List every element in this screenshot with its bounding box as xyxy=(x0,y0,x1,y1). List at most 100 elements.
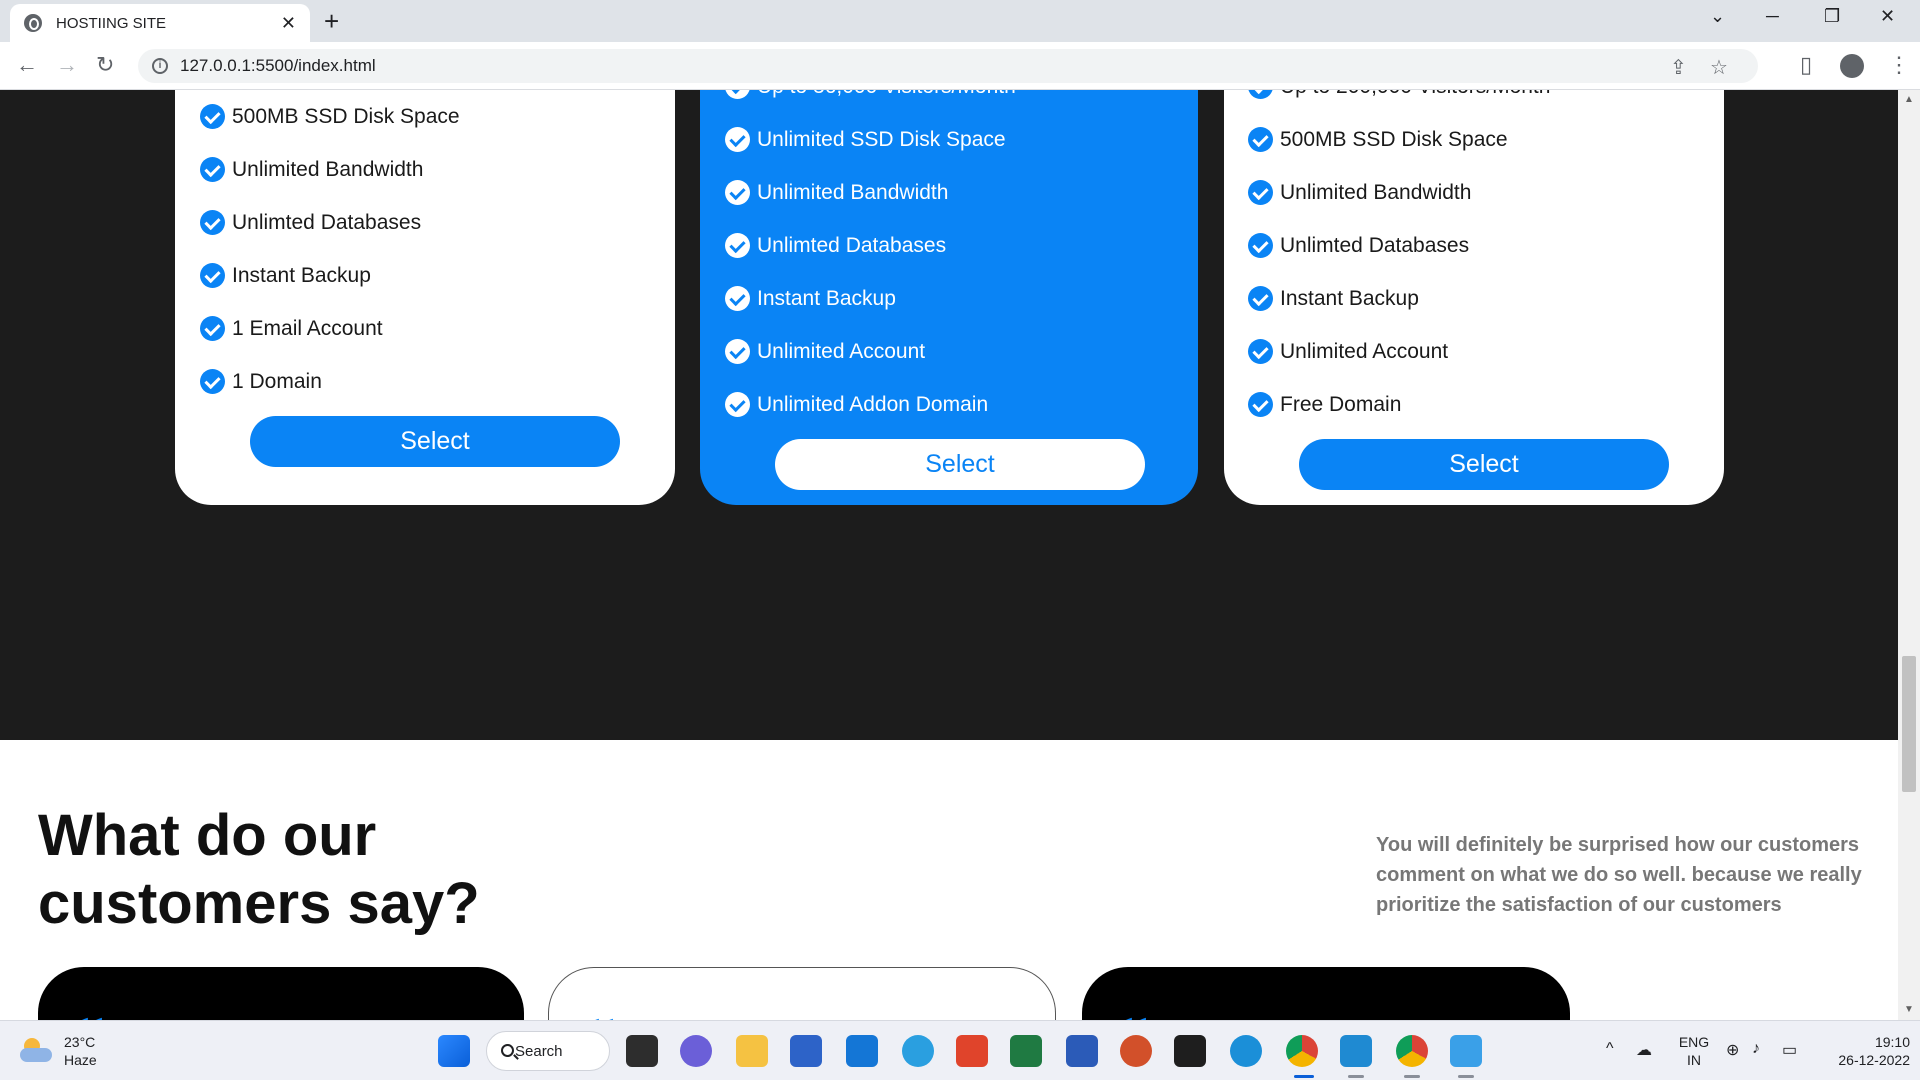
quote-icon: “ xyxy=(583,1008,615,1021)
cloud-sync-icon[interactable]: ☁ xyxy=(1636,1040,1652,1060)
taskbar-search[interactable]: Search xyxy=(486,1031,610,1071)
feature-item: 1 Domain xyxy=(200,369,322,394)
check-icon xyxy=(1248,339,1273,364)
check-icon xyxy=(725,233,750,258)
tab-title: HOSTIING SITE xyxy=(56,14,167,32)
feature-item: 500MB SSD Disk Space xyxy=(200,104,460,129)
file-explorer-icon[interactable] xyxy=(736,1035,768,1067)
page-scrollbar[interactable]: ▲ ▼ xyxy=(1898,90,1920,1020)
windows-taskbar: 23°C Haze Search ^ ☁ ENG IN ⊕ ♪ ▭ 19:10 … xyxy=(0,1020,1920,1080)
feature-item: Unlimted Databases xyxy=(725,233,946,258)
menu-kebab-icon[interactable]: ⋮ xyxy=(1888,52,1910,78)
feature-item: Unlimited Account xyxy=(725,339,925,364)
terminal-icon[interactable] xyxy=(1174,1035,1206,1067)
select-button-basic[interactable]: Select xyxy=(250,416,620,467)
feature-item: Unlimited Bandwidth xyxy=(1248,180,1471,205)
testimonial-card: “ xyxy=(1082,967,1570,1020)
feature-item: Unlimted Databases xyxy=(200,210,421,235)
new-tab-button[interactable]: + xyxy=(324,6,339,37)
language-indicator[interactable]: ENG IN xyxy=(1674,1033,1714,1069)
feature-item: 1 Email Account xyxy=(200,316,383,341)
clock[interactable]: 19:10 26-12-2022 xyxy=(1820,1033,1910,1069)
url-omnibox[interactable]: i 127.0.0.1:5500/index.html ☆ ⇪ xyxy=(138,49,1758,83)
network-icon[interactable]: ⊕ xyxy=(1726,1040,1739,1060)
feature-item: Up to 200,000 Visitors/Month xyxy=(1248,90,1550,99)
check-icon xyxy=(200,157,225,182)
app-indicator xyxy=(1458,1075,1474,1078)
check-icon xyxy=(725,127,750,152)
feature-item: Unlimited Account xyxy=(1248,339,1448,364)
tray-chevron-icon[interactable]: ^ xyxy=(1606,1040,1614,1058)
start-windows-icon[interactable] xyxy=(438,1035,470,1067)
scroll-up-icon[interactable]: ▲ xyxy=(1904,94,1914,105)
check-icon xyxy=(1248,180,1273,205)
share-icon[interactable]: ⇪ xyxy=(1670,55,1687,80)
chrome-icon[interactable] xyxy=(1286,1035,1318,1067)
forward-button[interactable]: → xyxy=(56,52,78,78)
check-icon xyxy=(200,369,225,394)
url-text[interactable]: 127.0.0.1:5500/index.html xyxy=(180,56,376,76)
tab-search-chevron-icon[interactable]: ⌄ xyxy=(1710,6,1725,27)
tab-strip: HOSTIING SITE ✕ + ⌄ ─ ❐ ✕ xyxy=(0,0,1920,42)
check-icon xyxy=(1248,233,1273,258)
photos-icon[interactable] xyxy=(1450,1035,1482,1067)
minimize-button[interactable]: ─ xyxy=(1766,6,1779,27)
feature-item: Instant Backup xyxy=(725,286,896,311)
pricing-card-business: Up to 200,000 Visitors/Month 500MB SSD D… xyxy=(1224,90,1724,505)
weather-condition: Haze xyxy=(64,1052,97,1068)
address-bar: ← → ↻ i 127.0.0.1:5500/index.html ☆ ⇪ ▯ … xyxy=(0,42,1920,90)
scroll-down-icon[interactable]: ▼ xyxy=(1904,1004,1914,1015)
app-icon[interactable] xyxy=(846,1035,878,1067)
chat-icon[interactable] xyxy=(680,1035,712,1067)
page-viewport: 500MB SSD Disk Space Unlimited Bandwidth… xyxy=(0,90,1898,1020)
scroll-thumb[interactable] xyxy=(1902,656,1916,792)
vscode-icon[interactable] xyxy=(1340,1035,1372,1067)
back-button[interactable]: ← xyxy=(16,52,38,78)
browser-tab[interactable]: HOSTIING SITE ✕ xyxy=(10,4,310,42)
feature-item: Unlimited Addon Domain xyxy=(725,392,988,417)
active-app-indicator xyxy=(1294,1075,1314,1078)
testimonial-card: “ xyxy=(548,967,1056,1020)
check-icon xyxy=(200,263,225,288)
check-icon xyxy=(725,286,750,311)
feature-item: Instant Backup xyxy=(200,263,371,288)
chrome-profile-icon[interactable] xyxy=(1396,1035,1428,1067)
select-button-business[interactable]: Select xyxy=(1299,439,1669,490)
site-info-icon[interactable]: i xyxy=(152,58,168,74)
pricing-card-premium: Up to 36,000 Visitors/Month Unlimited SS… xyxy=(700,90,1198,505)
check-icon xyxy=(1248,392,1273,417)
app-indicator xyxy=(1348,1075,1364,1078)
check-icon xyxy=(1248,286,1273,311)
feature-item: Instant Backup xyxy=(1248,286,1419,311)
feature-item: Unlimited Bandwidth xyxy=(725,180,948,205)
reload-button[interactable]: ↻ xyxy=(96,52,114,78)
bookmark-star-icon[interactable]: ☆ xyxy=(1710,55,1728,80)
close-icon[interactable]: ✕ xyxy=(281,13,296,34)
check-icon xyxy=(725,90,750,99)
help-icon[interactable] xyxy=(902,1035,934,1067)
select-button-premium[interactable]: Select xyxy=(775,439,1145,490)
check-icon xyxy=(1248,127,1273,152)
check-icon xyxy=(725,392,750,417)
feature-item: 500MB SSD Disk Space xyxy=(1248,127,1508,152)
office-icon[interactable] xyxy=(956,1035,988,1067)
word-icon[interactable] xyxy=(1066,1035,1098,1067)
check-icon xyxy=(200,316,225,341)
side-panel-icon[interactable]: ▯ xyxy=(1800,52,1812,78)
profile-avatar[interactable] xyxy=(1840,54,1864,78)
window-close-button[interactable]: ✕ xyxy=(1880,6,1895,27)
edge-icon[interactable] xyxy=(1230,1035,1262,1067)
section-title: What do our customers say? xyxy=(38,803,480,936)
store-icon[interactable] xyxy=(790,1035,822,1067)
weather-widget[interactable]: 23°C Haze xyxy=(20,1033,97,1069)
restore-button[interactable]: ❐ xyxy=(1824,6,1840,27)
temperature: 23°C xyxy=(64,1034,96,1050)
task-view-icon[interactable] xyxy=(626,1035,658,1067)
check-icon xyxy=(725,339,750,364)
powerpoint-icon[interactable] xyxy=(1120,1035,1152,1067)
battery-icon[interactable]: ▭ xyxy=(1782,1040,1797,1060)
volume-icon[interactable]: ♪ xyxy=(1752,1040,1760,1058)
excel-icon[interactable] xyxy=(1010,1035,1042,1067)
search-icon xyxy=(501,1044,514,1057)
quote-icon: “ xyxy=(72,1007,104,1021)
